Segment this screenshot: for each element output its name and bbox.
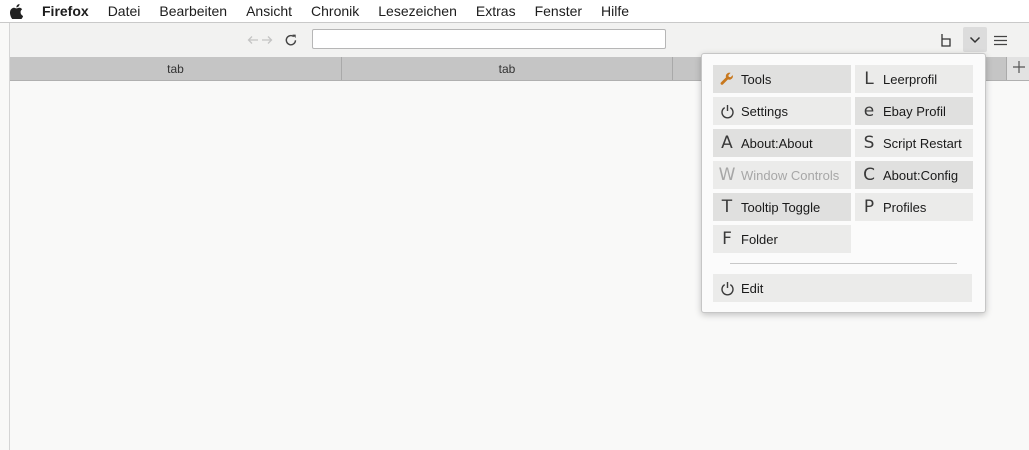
wrench-icon (719, 71, 735, 87)
menu-hilfe[interactable]: Hilfe (601, 3, 629, 19)
menu-item-tools[interactable]: Tools (713, 65, 851, 93)
menu-item-about-config-label: About:Config (883, 167, 959, 183)
menu-item-script-restart-label: Script Restart (883, 135, 962, 151)
menu-item-settings[interactable]: Settings (713, 97, 851, 125)
menu-item-folder-label: Folder (741, 231, 778, 247)
menu-item-profiles-label: Profiles (883, 199, 927, 215)
menu-item-script-restart[interactable]: S Script Restart (855, 129, 973, 157)
letter-a-icon: A (721, 133, 733, 153)
url-input[interactable] (312, 29, 666, 49)
reload-icon[interactable] (283, 30, 299, 50)
hamburger-menu-icon[interactable] (992, 30, 1008, 50)
back-arrow-icon[interactable] (246, 30, 260, 50)
tab-1[interactable]: tab (10, 57, 342, 80)
menu-item-ebay-profil[interactable]: e Ebay Profil (855, 97, 973, 125)
menu-extras[interactable]: Extras (476, 3, 516, 19)
menu-ansicht[interactable]: Ansicht (246, 3, 292, 19)
tab-2[interactable]: tab (342, 57, 673, 80)
menu-item-tools-label: Tools (741, 71, 772, 87)
menu-app-firefox[interactable]: Firefox (42, 3, 89, 19)
forward-arrow-icon[interactable] (260, 30, 274, 50)
power-icon (719, 103, 735, 119)
letter-t-icon: T (721, 197, 733, 217)
menu-item-leerprofil-label: Leerprofil (883, 71, 938, 87)
menu-item-about-about[interactable]: A About:About (713, 129, 851, 157)
power-icon (719, 280, 735, 296)
new-tab-button[interactable] (1006, 57, 1029, 80)
letter-p-icon: P (863, 197, 875, 217)
letter-l-icon: L (864, 69, 874, 89)
menu-item-window-controls-label: Window Controls (741, 167, 840, 183)
menu-bearbeiten[interactable]: Bearbeiten (159, 3, 227, 19)
menu-item-tooltip-toggle[interactable]: T Tooltip Toggle (713, 193, 851, 221)
menu-bar: Firefox Datei Bearbeiten Ansicht Chronik… (0, 0, 1029, 23)
menu-item-profiles[interactable]: P Profiles (855, 193, 973, 221)
menu-item-about-config[interactable]: C About:Config (855, 161, 973, 189)
menu-item-leerprofil[interactable]: L Leerprofil (855, 65, 973, 93)
overflow-menu-panel: Tools Settings A About:About W Window Co… (701, 53, 986, 313)
menu-item-settings-label: Settings (741, 103, 788, 119)
menu-fenster[interactable]: Fenster (535, 3, 582, 19)
letter-c-icon: C (863, 165, 875, 185)
menu-chronik[interactable]: Chronik (311, 3, 359, 19)
menu-item-edit[interactable]: Edit (713, 274, 972, 302)
menu-item-window-controls[interactable]: W Window Controls (713, 161, 851, 189)
menu-item-ebay-profil-label: Ebay Profil (883, 103, 946, 119)
plus-icon (1012, 60, 1025, 78)
menu-datei[interactable]: Datei (108, 3, 141, 19)
letter-w-icon: W (718, 165, 736, 185)
panel-separator (730, 263, 957, 264)
b-icon[interactable] (938, 30, 954, 50)
menu-item-tooltip-toggle-label: Tooltip Toggle (741, 199, 821, 215)
menu-item-folder[interactable]: F Folder (713, 225, 851, 253)
letter-f-icon: F (722, 229, 732, 249)
menu-item-edit-label: Edit (741, 280, 764, 296)
letter-s-icon: S (863, 133, 875, 153)
apple-logo-icon[interactable] (10, 3, 24, 19)
chevron-down-icon[interactable] (963, 27, 987, 52)
menu-item-about-about-label: About:About (741, 135, 813, 151)
letter-e-icon: e (863, 101, 875, 121)
menu-lesezeichen[interactable]: Lesezeichen (378, 3, 457, 19)
